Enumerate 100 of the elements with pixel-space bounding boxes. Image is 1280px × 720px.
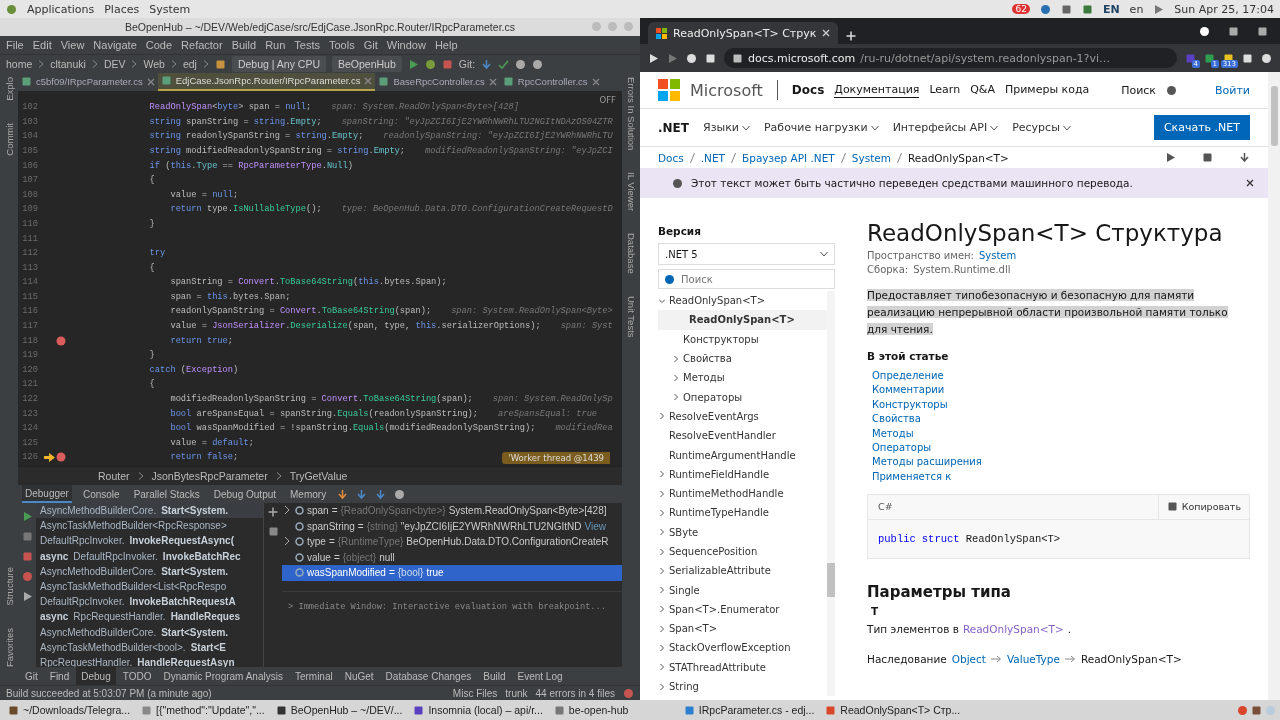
breadcrumb-item[interactable]: JsonBytesRpcParameter xyxy=(151,470,268,483)
toc-item[interactable]: RuntimeMethodHandle xyxy=(658,483,827,504)
system-menu[interactable]: Applications xyxy=(27,2,95,16)
tool-window-tab[interactable]: Unit Tests xyxy=(625,296,637,338)
menu-item[interactable]: Edit xyxy=(32,39,52,51)
tool-window-tab[interactable]: Favorites xyxy=(3,627,15,667)
brand-name[interactable]: Microsoft xyxy=(690,80,763,100)
tool-tab[interactable]: NuGet xyxy=(339,667,379,685)
taskbar-item[interactable]: Insomnia (local) – api/r... xyxy=(409,701,547,719)
menu-item[interactable]: File xyxy=(6,39,24,51)
microsoft-logo[interactable] xyxy=(658,79,680,101)
toc-item[interactable]: RuntimeArgumentHandle xyxy=(658,445,827,465)
toc-item[interactable]: SerializableAttribute xyxy=(658,561,827,581)
notification-badge[interactable]: 62 xyxy=(1012,4,1030,14)
path-segment[interactable]: edj xyxy=(182,58,197,70)
breadcrumb-item[interactable]: TryGetValue xyxy=(289,470,348,483)
path-segment[interactable]: DEV xyxy=(103,58,126,70)
article-link[interactable]: Методы xyxy=(872,427,1250,439)
breadcrumb-link[interactable]: System xyxy=(851,151,891,164)
configuration-dropdown[interactable]: Debug | Any CPU xyxy=(231,56,326,72)
new-tab-icon[interactable] xyxy=(846,31,857,41)
path-segment[interactable]: Web xyxy=(143,58,165,70)
copy-button[interactable]: Копировать xyxy=(1157,494,1249,519)
tool-tab[interactable]: Build xyxy=(478,667,511,685)
tool-tab[interactable]: Debug xyxy=(76,667,116,685)
breadcrumb-link[interactable]: ReadOnlySpan<T> xyxy=(907,151,1009,164)
tool-tab[interactable]: Dynamic Program Analysis xyxy=(158,667,288,685)
nav-link[interactable]: Q&A xyxy=(970,83,995,97)
variable-row[interactable]: span = {ReadOnlySpan<byte>} System.ReadOnlySpan<Byte>[428] xyxy=(282,503,622,519)
panel-tab[interactable]: Parallel Stacks xyxy=(130,485,203,503)
scrollbar-thumb[interactable] xyxy=(1270,86,1278,146)
forward-icon[interactable] xyxy=(667,52,678,64)
scrollbar-thumb[interactable] xyxy=(827,563,835,597)
run-target-dropdown[interactable]: BeOpenHub xyxy=(332,56,402,72)
taskbar-item[interactable]: ~/Downloads/Telegra... xyxy=(4,701,135,719)
panel-tab[interactable]: Console xyxy=(79,485,123,503)
menu-item[interactable]: Refactor xyxy=(181,39,223,51)
tool-window-tab[interactable]: IL Viewer xyxy=(625,172,637,212)
article-link[interactable]: Методы расширения xyxy=(872,456,1250,468)
toc-item[interactable]: Span<T> xyxy=(658,619,827,639)
editor-tab[interactable]: RpcController.cs xyxy=(499,73,603,91)
menu-item[interactable]: Help xyxy=(434,39,458,51)
menu-item[interactable]: Git xyxy=(363,39,378,51)
toc-item[interactable]: RuntimeFieldHandle xyxy=(658,464,827,484)
expand-icon[interactable] xyxy=(284,506,290,515)
breakpoint-icon[interactable] xyxy=(56,335,66,346)
toc-item[interactable]: Конструкторы xyxy=(658,329,827,349)
stop-icon[interactable] xyxy=(441,58,453,70)
run-icon[interactable] xyxy=(407,58,419,70)
section-title[interactable]: .NET xyxy=(658,120,689,135)
expand-icon[interactable] xyxy=(284,537,290,546)
address-bar[interactable]: docs.microsoft.com /ru-ru/dotnet/api/system.readonlyspan-1?vi… xyxy=(724,48,1177,68)
toc-item[interactable]: SequencePosition xyxy=(658,541,827,562)
tool-window-tab[interactable]: Explo xyxy=(3,77,15,101)
filter-field[interactable]: Поиск xyxy=(658,269,835,289)
menu-item[interactable]: Code xyxy=(145,39,173,51)
toc-item[interactable]: ReadOnlySpan<T> xyxy=(658,291,827,311)
article-link[interactable]: Комментарии xyxy=(872,384,1250,396)
app-menu-icon[interactable] xyxy=(6,3,17,15)
stack-frame[interactable]: AsyncMethodBuilderCore.Start<System. xyxy=(36,624,263,640)
breadcrumb-link[interactable]: .NET xyxy=(700,151,725,164)
toc-item[interactable]: Операторы xyxy=(658,387,827,407)
tray-icon[interactable] xyxy=(1237,704,1248,716)
resume-icon[interactable] xyxy=(21,511,33,522)
branch-indicator[interactable]: trunk xyxy=(505,687,528,699)
toc-item[interactable]: SByte xyxy=(658,522,827,542)
toc-item[interactable]: RuntimeTypeHandle xyxy=(658,503,827,523)
tool-tab[interactable]: Find xyxy=(44,667,75,685)
search-link[interactable]: Поиск xyxy=(1121,83,1156,97)
tool-window-tab[interactable]: Errors In Solution xyxy=(625,77,637,151)
error-count[interactable]: 44 errors in 4 files xyxy=(535,687,615,699)
extension-icon[interactable] xyxy=(1204,52,1215,64)
taskbar-item[interactable]: [{"method":"Update","... xyxy=(137,701,269,719)
toc-item[interactable]: Методы xyxy=(658,368,827,388)
tool-tab[interactable]: Event Log xyxy=(512,667,568,685)
article-link[interactable]: Свойства xyxy=(872,413,1250,425)
panel-tab[interactable]: Debug Output xyxy=(210,485,280,503)
article-link[interactable]: Применяется к xyxy=(872,470,1250,482)
system-menu[interactable]: System xyxy=(149,2,191,16)
tray-icon[interactable] xyxy=(1251,704,1262,716)
add-watch-icon[interactable] xyxy=(268,507,278,517)
panel-tab[interactable]: Debugger xyxy=(22,485,72,503)
editor-tab[interactable]: EdjCase.JsonRpc.Router/IRpcParameter.cs xyxy=(157,73,376,91)
taskbar-item[interactable]: IRpcParameter.cs - edj... xyxy=(679,701,819,719)
toc-item[interactable]: Single xyxy=(658,580,827,600)
toc-item[interactable]: ResolveEventArgs xyxy=(658,406,827,427)
commit-icon[interactable] xyxy=(498,58,510,70)
stack-frame[interactable]: async RpcRequestHandler.HandleReques xyxy=(36,609,263,625)
type-link[interactable]: ValueType xyxy=(1006,652,1060,665)
type-link[interactable]: ReadOnlySpan<T> xyxy=(962,622,1064,635)
menu-item[interactable]: Tools xyxy=(329,39,355,51)
toc-item[interactable]: Span<T>.Enumerator xyxy=(658,599,827,620)
tray-icon[interactable] xyxy=(1081,3,1093,15)
extension-icon[interactable] xyxy=(1185,52,1196,64)
close-icon[interactable] xyxy=(1246,179,1254,187)
stack-frame[interactable]: AsyncMethodBuilderCore.Start<System. xyxy=(36,563,263,579)
nav-dropdown[interactable]: Рабочие нагрузки xyxy=(763,121,879,134)
view-link[interactable]: View xyxy=(584,520,606,532)
nav-dropdown[interactable]: Ресурсы xyxy=(1012,121,1071,134)
toc-item[interactable]: Свойства xyxy=(658,348,827,369)
